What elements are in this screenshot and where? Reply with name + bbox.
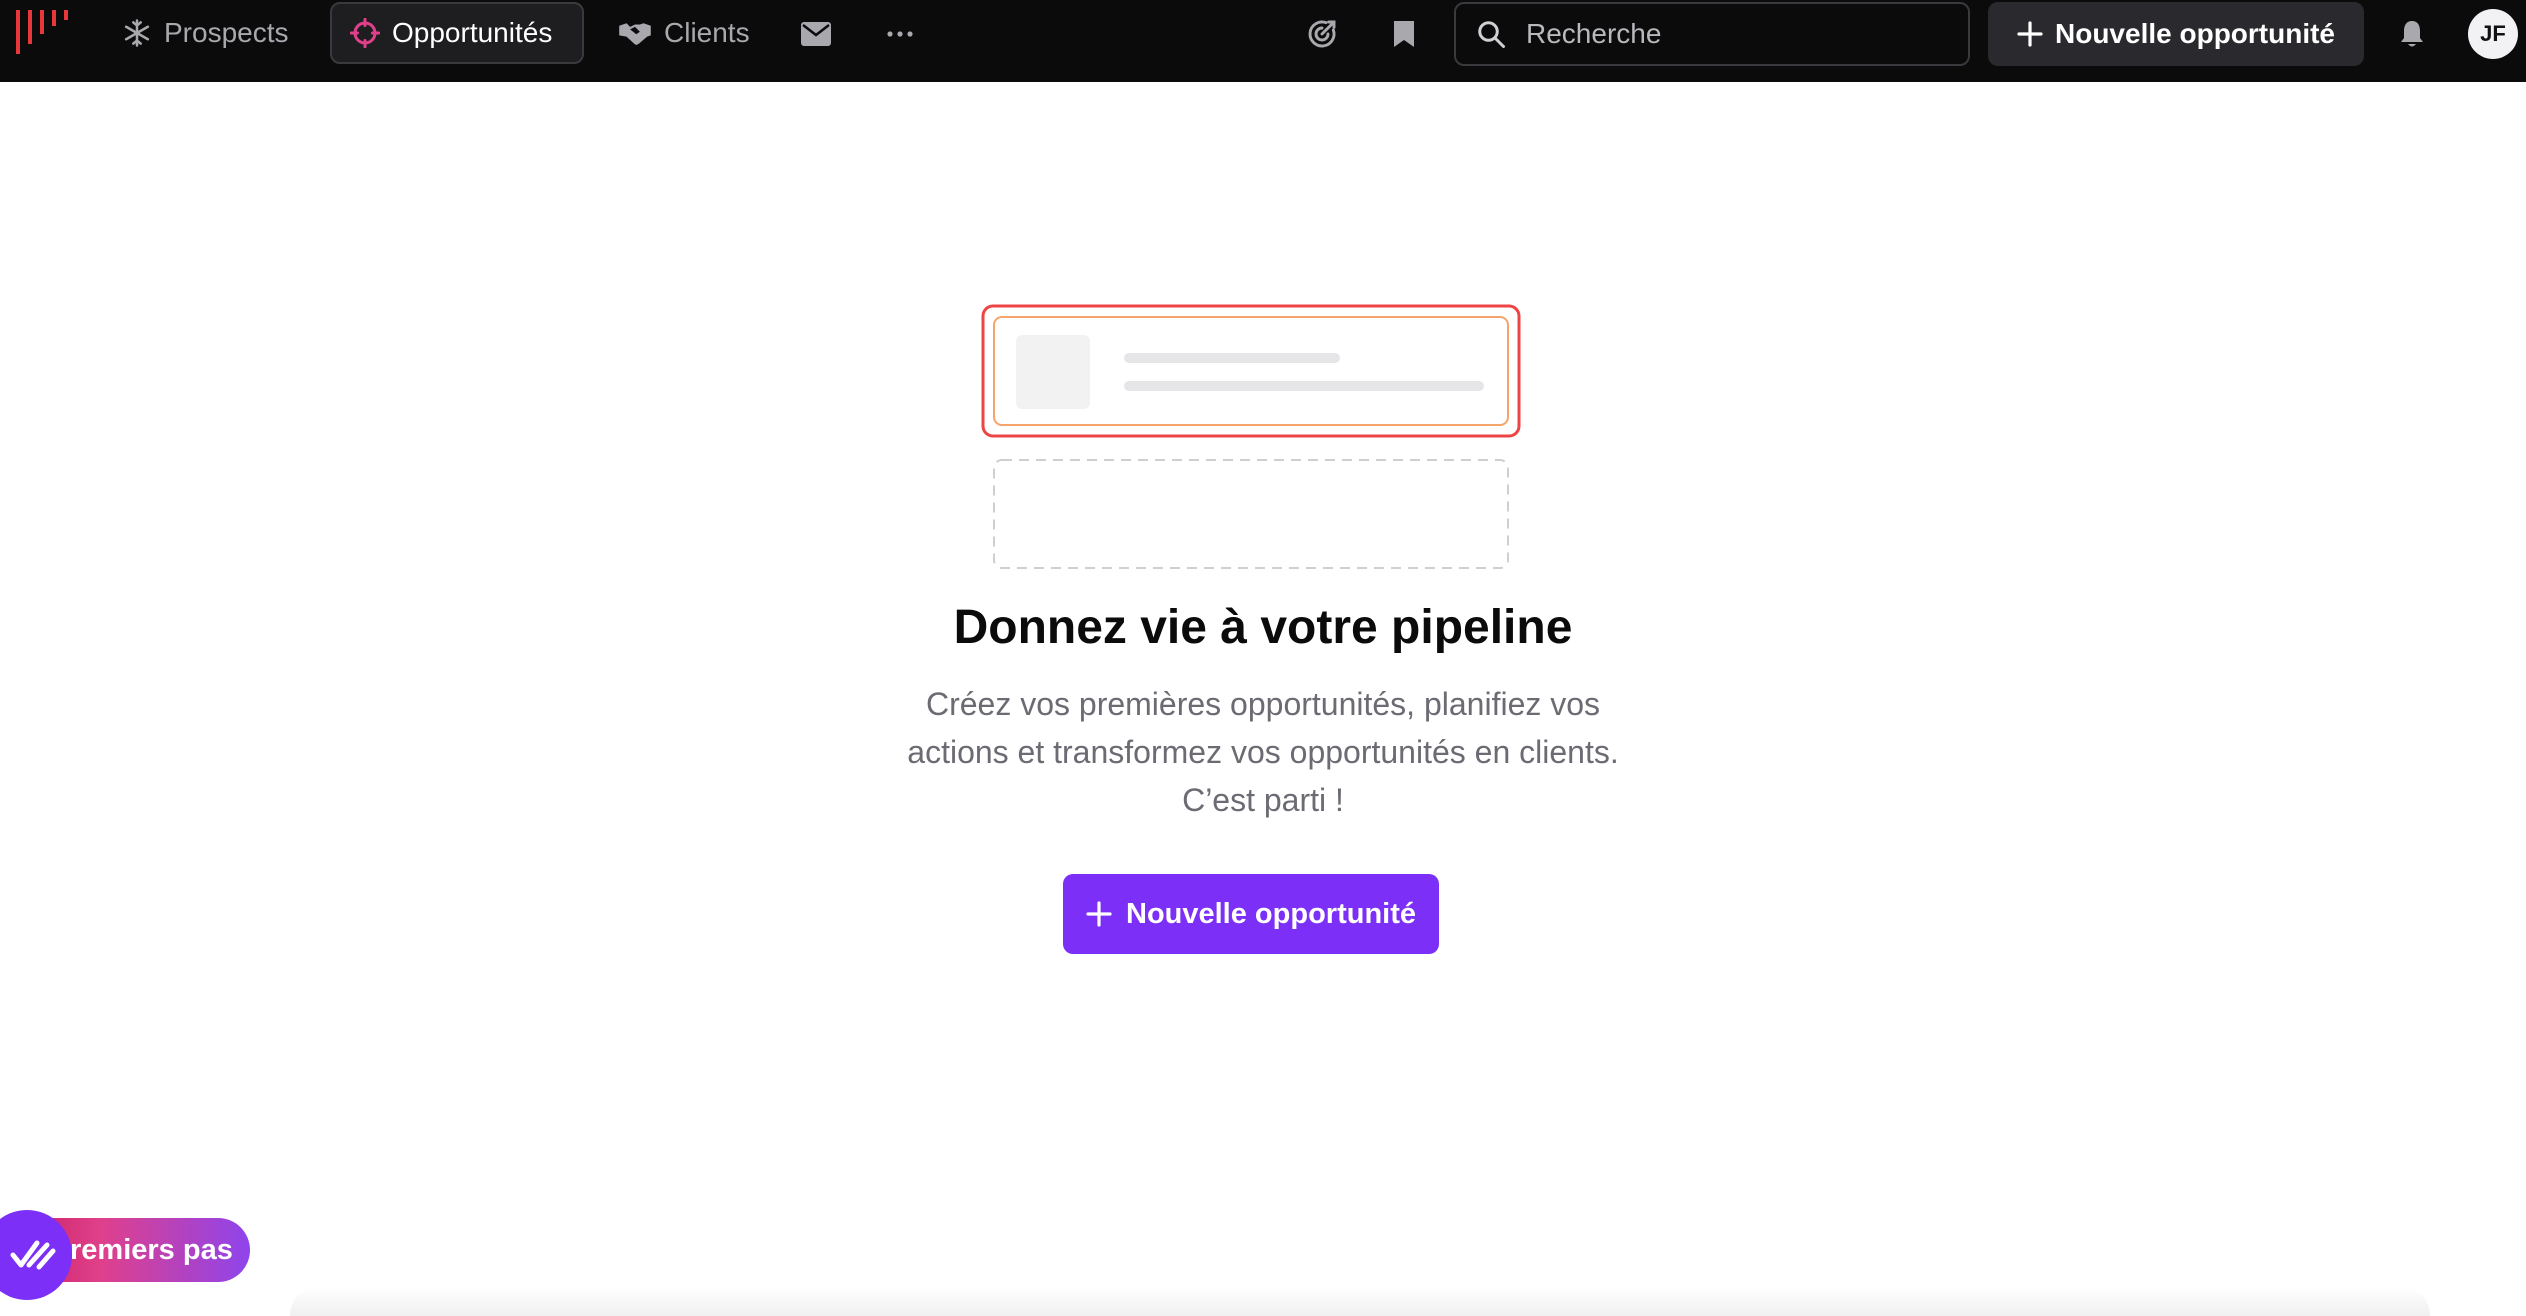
nav-item-opportunites[interactable]: Opportunités [330,2,584,64]
bookmark-button[interactable] [1384,14,1424,54]
snowflake-icon [124,19,150,47]
nav-item-label: Prospects [164,17,289,48]
user-avatar[interactable]: JF [2468,9,2518,59]
search-input[interactable] [1524,17,1944,51]
empty-state-description: Créez vos premières opportunités, planif… [863,680,1663,824]
handshake-icon [619,23,651,45]
bottom-panel-shadow [290,1286,2430,1316]
mail-button[interactable] [796,14,836,54]
avatar-initials: JF [2480,21,2506,46]
description-line: C’est parti ! [1182,782,1344,818]
target-check-icon [1308,20,1336,48]
target-icon [350,18,380,48]
new-opportunity-label: Nouvelle opportunité [1126,897,1416,930]
description-line: Créez vos premières opportunités, planif… [925,686,1601,722]
nav-item-prospects[interactable]: Prospects [104,2,307,64]
new-opportunity-label: Nouvelle opportunité [2055,18,2335,49]
empty-state-title: Donnez vie à votre pipeline [953,601,1573,654]
mail-icon [801,22,831,46]
goals-button[interactable] [1302,14,1342,54]
new-opportunity-button-top[interactable]: Nouvelle opportunité [1988,2,2364,66]
new-opportunity-button[interactable]: Nouvelle opportunité [1063,874,1439,954]
double-check-icon [10,1240,56,1270]
top-navigation-bar: Prospects Opportunités Clients Recherche… [0,0,2526,82]
nav-item-label: Clients [664,17,750,48]
onboarding-label: remiers pas [70,1234,233,1266]
description-line: actions et transformez vos opportunités … [907,734,1619,770]
bookmark-icon [1394,21,1414,47]
more-button[interactable] [880,14,920,54]
notifications-button[interactable] [2392,14,2432,54]
logo-icon[interactable] [14,10,68,54]
nav-item-label: Opportunités [392,17,553,48]
search-icon [1478,21,1505,48]
more-horizontal-icon [887,31,913,37]
search-box[interactable] [1454,2,1970,66]
plus-icon [1086,901,1112,927]
nav-item-clients[interactable]: Clients [600,2,768,64]
bell-icon [2401,21,2423,47]
empty-pipeline-illustration [981,304,1521,569]
plus-icon [2017,21,2043,47]
